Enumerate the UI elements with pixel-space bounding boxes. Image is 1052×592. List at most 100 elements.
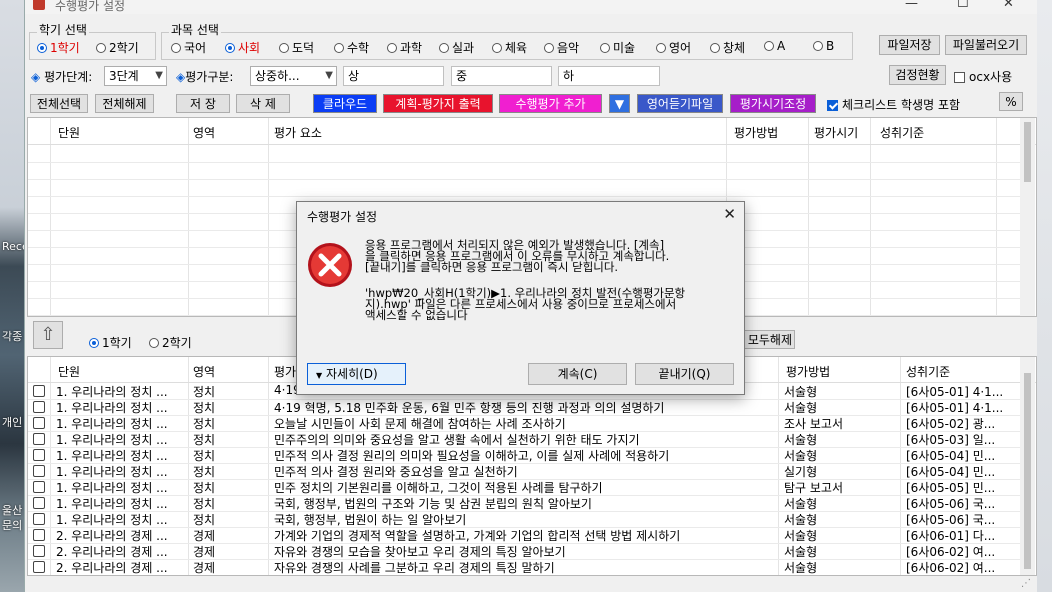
table-row[interactable]: 1. 우리나라의 정치 ... 정치 민주적 의사 결정 원리의 의미와 필요성을 … [28,447,1020,463]
table-row[interactable]: 1. 우리나라의 정치 ... 정치 국회, 행정부, 법원의 구조와 기능 및 삼… [28,495,1020,511]
lower-header-std[interactable]: 성취기준 [906,363,950,380]
time-adjust-button[interactable]: 평가시기조정 [730,94,816,113]
subject-radio-12[interactable]: A [764,39,785,53]
upper-header-method[interactable]: 평가방법 [734,124,778,141]
table-row[interactable]: 1. 우리나라의 정치 ... 정치 4·19 혁명, 5.18 민주화 운동, 6… [28,399,1020,415]
plan-print-button[interactable]: 계획-평가지 출력 [383,94,493,113]
row-checkbox[interactable] [33,433,45,445]
row-area: 경제 [193,561,216,575]
row-checkbox[interactable] [33,561,45,573]
row-checkbox[interactable] [33,481,45,493]
upper-header-area[interactable]: 영역 [193,124,215,141]
lower-clear-all-button[interactable]: 모두해제 [737,330,795,349]
subject-radio-11[interactable]: 창체 [710,39,745,56]
lower-scroll-thumb[interactable] [1024,373,1031,569]
subject-radio-2[interactable]: 사회 [225,39,260,56]
lower-header-unit[interactable]: 단원 [58,363,80,380]
up-arrow-button[interactable]: ⇧ [33,321,63,349]
subject-radio-5[interactable]: 과학 [387,39,422,56]
lower-semester-radio-2[interactable]: 2학기 [149,334,192,351]
save-button[interactable]: 저 장 [176,94,230,113]
table-row[interactable]: 2. 우리나라의 경제 ... 경제 자유와 경쟁의 모습을 찾아보고 우리 경제의… [28,543,1020,559]
upper-header-unit[interactable]: 단원 [58,124,80,141]
resize-grip-icon[interactable]: ⋰ [1021,578,1031,589]
level-combo[interactable]: 3단계 ▼ [104,66,167,86]
row-checkbox[interactable] [33,449,45,461]
type-combo[interactable]: 상중하... ▼ [250,66,337,86]
row-checkbox[interactable] [33,545,45,557]
lower-semester-radio-1[interactable]: 1학기 [89,334,132,351]
row-checkbox[interactable] [33,529,45,541]
table-row[interactable]: 1. 우리나라의 정치 ... 정치 민주적 의사 결정 원리와 중요성을 알고 실… [28,463,1020,479]
table-row[interactable]: 1. 우리나라의 정치 ... 정치 민주주의의 의미와 중요성을 알고 생활 속에… [28,431,1020,447]
save-file-button[interactable]: 파일저장 [879,35,940,55]
subject-radio-10[interactable]: 영어 [656,39,691,56]
app-icon [33,0,45,10]
english-listen-button[interactable]: 영어듣기파일 [637,94,723,113]
row-checkbox[interactable] [33,385,45,397]
continue-button[interactable]: 계속(C) [528,363,627,385]
row-unit: 2. 우리나라의 경제 ... [56,561,168,575]
desktop-label: 문의 [2,519,23,532]
level-low-input[interactable]: 하 [558,66,660,86]
upper-header-item[interactable]: 평가 요소 [274,124,322,141]
chevron-down-icon: ▼ [155,70,163,81]
semester-radio-2[interactable]: 2학기 [96,39,139,56]
table-row[interactable]: 2. 우리나라의 경제 ... 경제 가계와 기업의 경제적 역할을 설명하고, 가… [28,527,1020,543]
row-std: [6사05-03] 일... [906,433,996,447]
row-std: [6사05-01] 4·1... [906,401,1004,415]
dialog-close-icon[interactable]: ✕ [723,205,736,223]
minimize-icon[interactable]: — [905,0,918,11]
lower-header-area[interactable]: 영역 [193,363,215,380]
row-item: 4·19 혁명, 5.18 민주화 운동, 6월 민주 항쟁 등의 진행 과정과… [274,401,665,415]
subject-radio-9[interactable]: 미술 [600,39,635,56]
row-checkbox[interactable] [33,417,45,429]
upper-scroll-thumb[interactable] [1024,122,1031,182]
row-area: 정치 [193,417,216,431]
level-high-input[interactable]: 상 [343,66,444,86]
subject-radio-7[interactable]: 체육 [492,39,527,56]
semester-radio-1[interactable]: 1학기 [37,39,80,56]
clear-all-button[interactable]: 전체해제 [95,94,154,113]
row-checkbox[interactable] [33,513,45,525]
row-unit: 1. 우리나라의 정치 ... [56,513,168,527]
cloud-button[interactable]: 클라우드 [313,94,377,113]
row-unit: 1. 우리나라의 정치 ... [56,385,168,399]
table-row[interactable]: 1. 우리나라의 정치 ... 정치 민주 정치의 기본원리를 이해하고, 그것이 … [28,479,1020,495]
ocx-checkbox[interactable]: ocx사용 [954,68,1012,85]
upper-header-time[interactable]: 평가시기 [814,124,858,141]
table-row[interactable]: 1. 우리나라의 정치 ... 정치 국회, 행정부, 법원이 하는 일 알아보기 서… [28,511,1020,527]
details-button[interactable]: ▼ 자세히(D) [307,363,406,385]
lower-header-item[interactable]: 평가 [274,363,296,380]
maximize-icon[interactable]: ☐ [957,0,969,11]
percent-button[interactable]: % [999,92,1023,111]
subject-radio-8[interactable]: 음악 [544,39,579,56]
subject-radio-13[interactable]: B [813,39,834,53]
subject-radio-3[interactable]: 도덕 [279,39,314,56]
row-checkbox[interactable] [33,465,45,477]
table-row[interactable]: 1. 우리나라의 정치 ... 정치 오늘날 시민들이 사회 문제 해결에 참여하는… [28,415,1020,431]
select-all-button[interactable]: 전체선택 [30,94,88,113]
subject-radio-4[interactable]: 수학 [334,39,369,56]
row-checkbox[interactable] [33,497,45,509]
row-item: 오늘날 시민들이 사회 문제 해결에 참여하는 사례 조사하기 [274,417,566,431]
subject-radio-1[interactable]: 국어 [171,39,206,56]
checklist-include-checkbox[interactable]: 체크리스트 학생명 포함 [827,96,960,113]
table-row[interactable]: 2. 우리나라의 경제 ... 경제 자유와 경쟁의 사례를 그분하고 우리 경제의… [28,559,1020,575]
row-std: [6사05-06] 국... [906,513,996,527]
lower-scrollbar[interactable] [1020,357,1035,575]
level-mid-input[interactable]: 중 [451,66,552,86]
quit-button[interactable]: 끝내기(Q) [635,363,734,385]
row-item: 국회, 행정부, 법원이 하는 일 알아보기 [274,513,467,527]
delete-button[interactable]: 삭 제 [236,94,290,113]
upper-header-std[interactable]: 성취기준 [880,124,924,141]
add-eval-dropdown-button[interactable]: ▼ [609,94,630,113]
add-eval-button[interactable]: 수행평가 추가 [499,94,602,113]
row-checkbox[interactable] [33,401,45,413]
subject-radio-6[interactable]: 실과 [439,39,474,56]
close-icon[interactable]: ✕ [1003,0,1014,11]
check-status-button[interactable]: 검정현황 [889,65,946,85]
load-file-button[interactable]: 파일불러오기 [945,35,1027,55]
upper-scrollbar[interactable] [1020,118,1035,316]
lower-header-method[interactable]: 평가방법 [786,363,830,380]
